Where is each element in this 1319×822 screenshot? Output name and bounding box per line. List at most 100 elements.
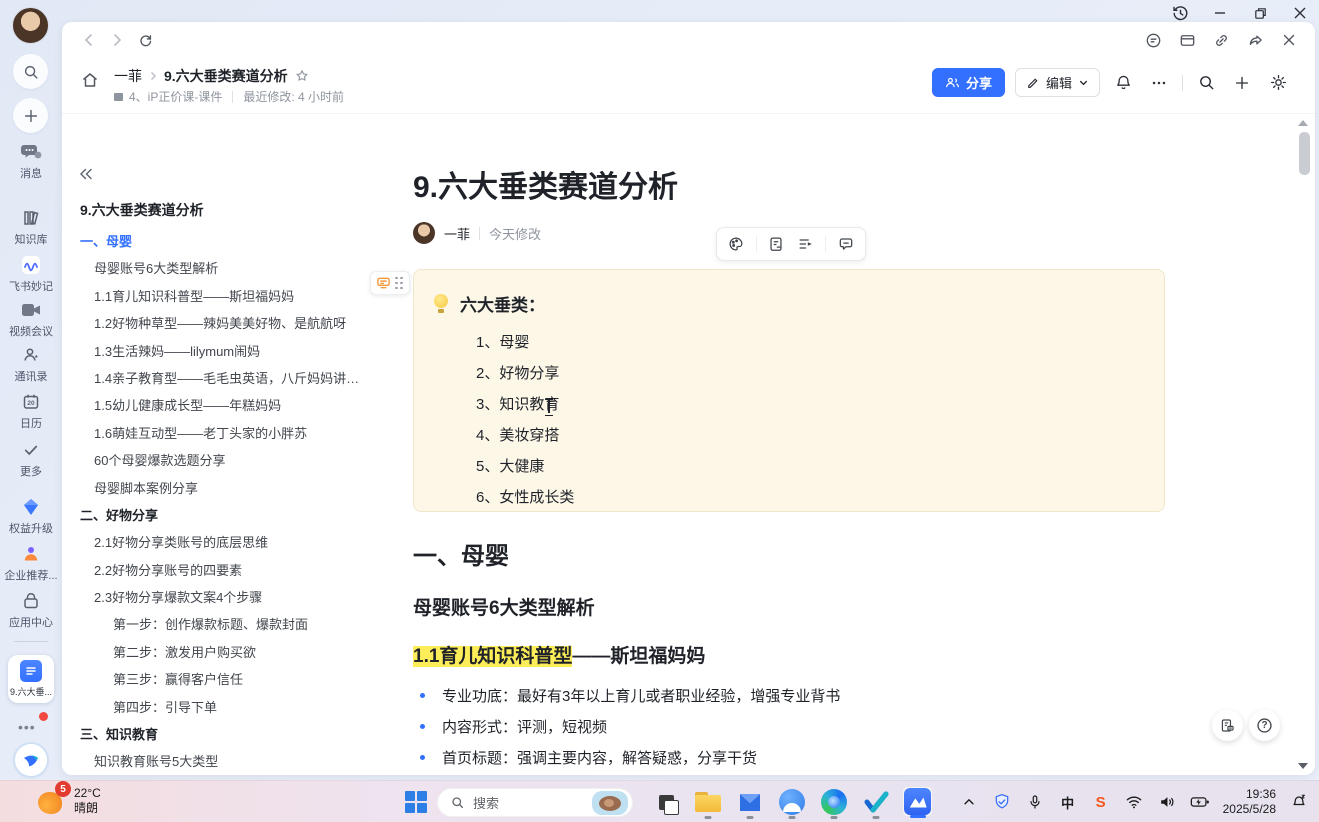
toc-item[interactable]: 第三步：赢得客户信任 (80, 666, 388, 693)
taskbar-search[interactable]: 搜索 (437, 788, 633, 817)
nav-refresh-button[interactable] (134, 29, 156, 51)
callout-item[interactable]: 3、知识教育 (476, 389, 1136, 420)
toc-item[interactable]: 1.4亲子教育型——毛毛虫英语，八斤妈妈讲… (80, 365, 388, 392)
settings-gear-icon[interactable] (1265, 70, 1291, 96)
start-button[interactable] (405, 791, 427, 813)
nav-forward-button[interactable] (106, 29, 128, 51)
toc-item[interactable]: 1.1育儿知识科普型——斯坦福妈妈 (80, 283, 388, 310)
toc-item[interactable]: 三、知识教育 (80, 721, 388, 748)
rail-item-calendar[interactable]: 20 日历 (0, 392, 62, 431)
rail-item-video-meeting[interactable]: 视频会议 (0, 300, 62, 339)
tray-expand-chevron[interactable] (959, 792, 979, 812)
nav-back-button[interactable] (78, 29, 100, 51)
scrollbar-thumb[interactable] (1299, 132, 1310, 175)
help-button[interactable]: ? (1249, 710, 1280, 741)
doc-folder[interactable]: 4、iP正价课-课件 (129, 88, 222, 105)
battery-icon[interactable] (1190, 792, 1210, 812)
taskbar-clock[interactable]: 19:36 2025/5/28 (1223, 787, 1276, 817)
page-title[interactable]: 9.六大垂类赛道分析 (413, 168, 1165, 208)
edit-button[interactable]: 编辑 (1015, 68, 1100, 97)
toc-item[interactable]: 1.5幼儿健康成长型——年糕妈妈 (80, 392, 388, 419)
user-avatar[interactable] (12, 7, 49, 44)
panel-icon[interactable] (1175, 29, 1199, 51)
rail-more-button[interactable]: ••• (18, 718, 44, 736)
task-view-button[interactable] (650, 786, 681, 817)
annotation-panel-button[interactable] (1212, 710, 1243, 741)
doc-link-icon[interactable] (765, 233, 787, 255)
toc-item[interactable]: 2.1好物分享类账号的底层思维 (80, 529, 388, 556)
teal-check-app-button[interactable] (860, 786, 891, 817)
rail-item-benefits-upgrade[interactable]: 权益升级 (0, 497, 62, 536)
notifications-bell-icon[interactable] (1110, 70, 1136, 96)
scrollbar-up-arrow[interactable] (1298, 120, 1308, 126)
toc-item[interactable]: 60个母婴爆款选题分享 (80, 447, 388, 474)
toc-collapse-button[interactable] (78, 166, 100, 186)
file-explorer-button[interactable] (692, 786, 723, 817)
bullet-item[interactable]: 专业功底：最好有3年以上育儿或者职业经验，增强专业背书 (413, 680, 1165, 711)
history-icon[interactable] (1167, 2, 1193, 24)
author-avatar[interactable] (413, 222, 435, 244)
minimize-button[interactable] (1207, 2, 1233, 24)
header-more-icon[interactable] (1146, 70, 1172, 96)
home-icon[interactable] (80, 70, 100, 95)
volume-icon[interactable] (1157, 792, 1177, 812)
toc-item[interactable]: 1.6萌娃互动型——老丁头家的小胖苏 (80, 420, 388, 447)
quark-browser-button[interactable] (776, 786, 807, 817)
toc-item[interactable]: 第二步：激发用户购买欲 (80, 639, 388, 666)
mail-button[interactable] (734, 786, 765, 817)
security-shield-icon[interactable] (992, 792, 1012, 812)
comment-circle-icon[interactable] (1141, 29, 1165, 51)
rail-item-contacts[interactable]: 通讯录 (0, 345, 62, 384)
callout-item[interactable]: 5、大健康 (476, 451, 1136, 482)
feishu-logo[interactable] (15, 744, 47, 776)
rail-item-minutes[interactable]: 飞书妙记 (0, 255, 62, 294)
rail-item-app-center[interactable]: 应用中心 (0, 591, 62, 630)
bullet-item[interactable]: 内容形式：评测，短视频 (413, 711, 1165, 742)
ime-indicator[interactable]: 中 (1058, 792, 1078, 812)
callout-block[interactable]: 六大垂类： 1、母婴 2、好物分享 3、知识教育 4、美妆穿搭 5、大健康 6、… (413, 269, 1165, 512)
toc-item[interactable]: 二、好物分享 (80, 502, 388, 529)
drag-handle-icon[interactable] (395, 277, 404, 290)
close-tab-icon[interactable] (1277, 29, 1301, 51)
rail-add-button[interactable] (13, 98, 48, 133)
header-search-icon[interactable] (1193, 70, 1219, 96)
callout-item[interactable]: 2、好物分享 (476, 358, 1136, 389)
toc-item[interactable]: 1.3生活辣妈——lilymum闹妈 (80, 338, 388, 365)
favorite-star-icon[interactable] (294, 68, 310, 84)
breadcrumb-title[interactable]: 9.六大垂类赛道分析 (164, 66, 288, 86)
copy-link-icon[interactable] (1209, 29, 1233, 51)
bullet-item[interactable]: 首页标题：强调主要内容，解答疑惑，分享干货 (413, 742, 1165, 773)
share-forward-icon[interactable] (1243, 29, 1267, 51)
scrollbar-down-arrow[interactable] (1298, 763, 1308, 769)
microphone-icon[interactable] (1025, 792, 1045, 812)
notification-bell-sleep-icon[interactable] (1289, 792, 1309, 812)
callout-title[interactable]: 六大垂类： (460, 291, 545, 316)
toc-item[interactable]: 母婴脚本案例分享 (80, 475, 388, 502)
rail-item-enterprise-referral[interactable]: 企业推荐... (0, 544, 62, 583)
toc-item[interactable]: 第一步：创作爆款标题、爆款封面 (80, 611, 388, 638)
toc-item[interactable]: 2.2好物分享账号的四要素 (80, 557, 388, 584)
feishu-app-button[interactable] (902, 786, 933, 817)
toc-item[interactable]: 一、母婴 (80, 228, 388, 255)
block-handle[interactable] (370, 271, 410, 295)
callout-item[interactable]: 1、母婴 (476, 327, 1136, 358)
breadcrumb-owner[interactable]: 一菲 (114, 66, 142, 86)
rail-doc-shortcut[interactable]: 9.六大垂... (8, 655, 54, 703)
share-button[interactable]: 分享 (932, 68, 1005, 97)
heading-six-types[interactable]: 母婴账号6大类型解析 (413, 595, 1165, 623)
callout-item[interactable]: 6、女性成长类 (476, 482, 1136, 513)
theme-palette-icon[interactable] (725, 233, 747, 255)
sogou-input-icon[interactable]: S (1091, 792, 1111, 812)
rail-item-knowledge-base[interactable]: 知识库 (0, 208, 62, 247)
heading-muying[interactable]: 一、母婴 (413, 540, 1165, 574)
header-add-icon[interactable] (1229, 70, 1255, 96)
toc-item[interactable]: 2.3好物分享爆款文案4个步骤 (80, 584, 388, 611)
rail-item-more[interactable]: 更多 (0, 440, 62, 479)
restore-button[interactable] (1247, 2, 1273, 24)
taskbar-weather-widget[interactable]: 5 22°C 晴朗 (36, 786, 101, 816)
toc-item[interactable]: 1.2好物种草型——辣妈美美好物、是航航呀 (80, 310, 388, 337)
toc-item[interactable]: 母婴账号6大类型解析 (80, 255, 388, 282)
author-name[interactable]: 一菲 (444, 224, 470, 243)
edge-browser-button[interactable] (818, 786, 849, 817)
outline-arrow-icon[interactable] (795, 233, 817, 255)
